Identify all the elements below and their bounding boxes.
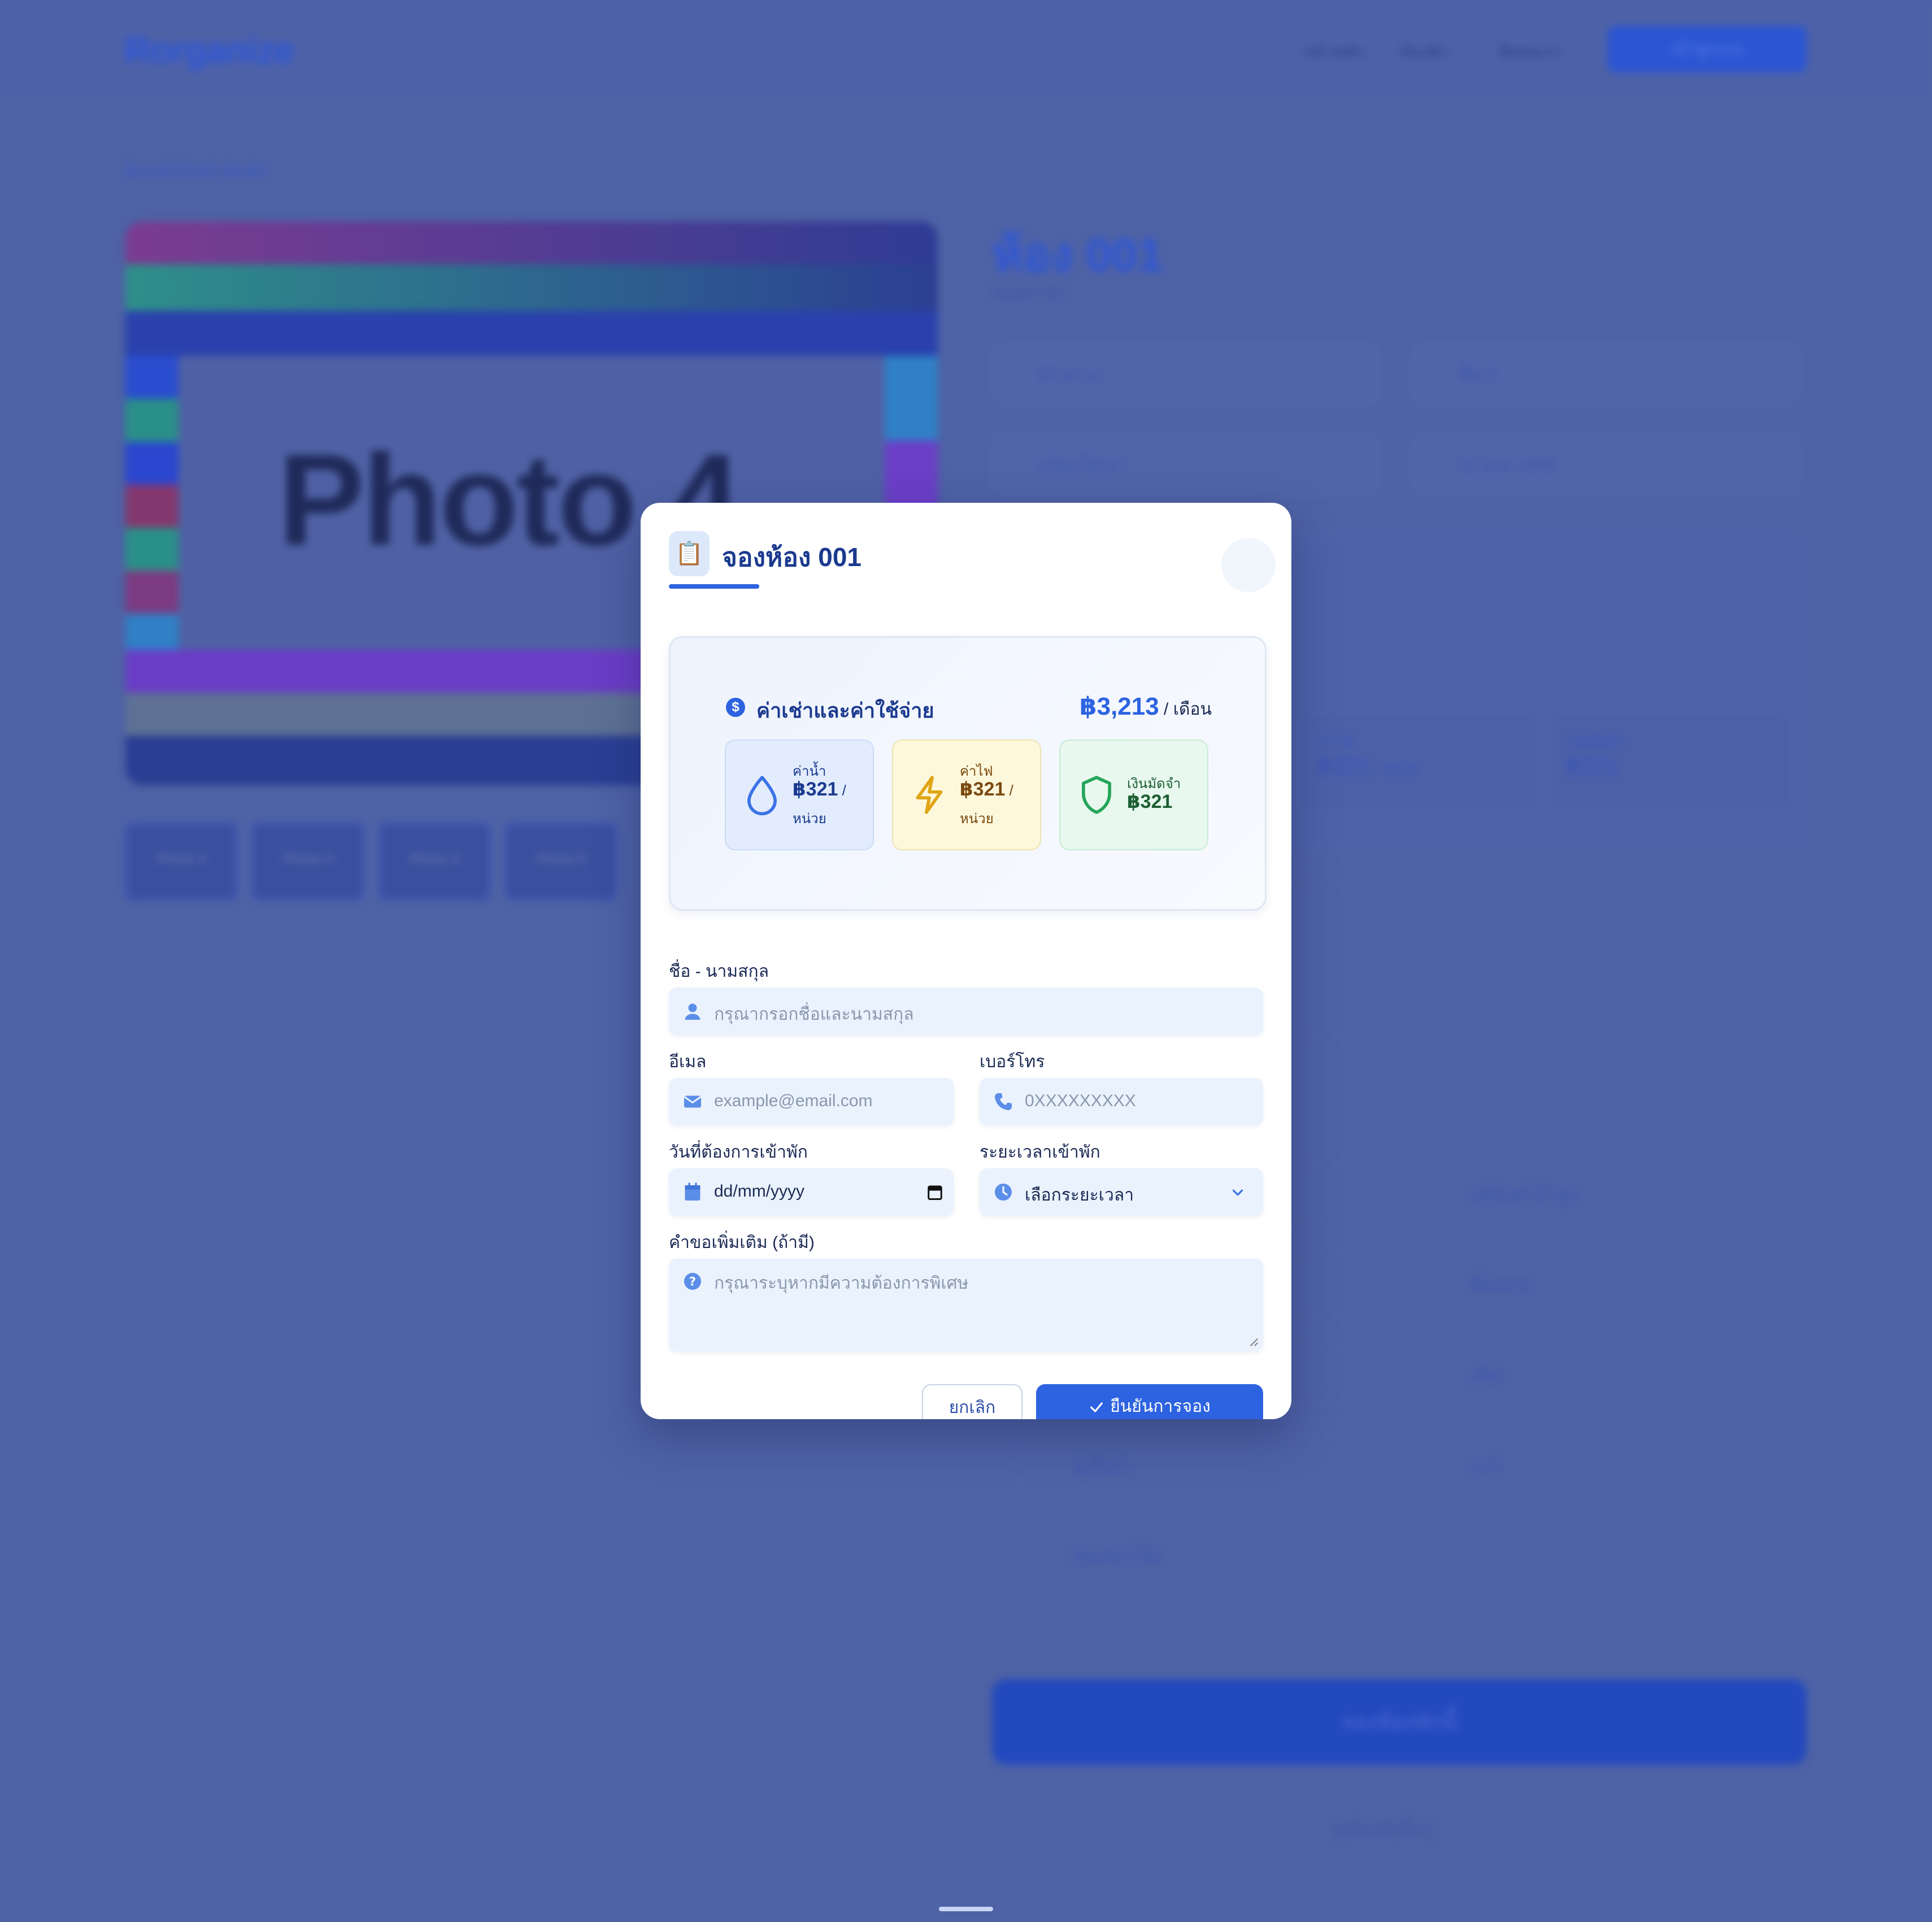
- confirm-booking-button[interactable]: ยืนยันการจอง: [1036, 1384, 1263, 1419]
- phone-field[interactable]: 0XXXXXXXXX: [980, 1078, 1263, 1125]
- modal-title: จองห้อง 001: [722, 542, 861, 572]
- electric-fee-card: ค่าไฟ ฿321 / หน่วย: [892, 740, 1041, 850]
- calendar-icon: [685, 1182, 700, 1201]
- amenity-item: ตู้เสื้อผ้า: [1017, 1435, 1390, 1496]
- water-fee-amount: ฿321: [793, 779, 838, 800]
- shield-icon: [1082, 776, 1111, 814]
- email-label: อีเมล: [669, 1053, 707, 1071]
- top-navbar: Rorganize หน้าหลัก ห้องพัก ติดต่อเรา เข้…: [0, 0, 1932, 101]
- deposit-card: เงินมัดจำ ฿321: [1059, 740, 1208, 850]
- note-textarea[interactable]: ? กรุณาระบุหากมีความต้องการพิเศษ: [669, 1259, 1263, 1351]
- email-field[interactable]: example@email.com: [669, 1078, 954, 1125]
- background-deposit-card: เงินมัดจำ ฿321: [1548, 712, 1791, 814]
- date-label: วันที่ต้องการเข้าพัก: [669, 1143, 808, 1162]
- background-deposit-value: ฿321: [1566, 754, 1618, 779]
- clock-icon: [995, 1184, 1012, 1201]
- logo[interactable]: Rorganize: [124, 29, 294, 71]
- room-subtitle: ห้องพัก 001: [993, 284, 1066, 301]
- background-electric-card: ค่าไฟ ฿321 / หน่วย: [1299, 712, 1542, 814]
- svg-text:?: ?: [689, 1275, 696, 1289]
- gallery-thumbnail[interactable]: Photo 4: [252, 823, 364, 901]
- amenity-item: อินเทอร์เน็ต: [1017, 1525, 1390, 1586]
- water-fee-value: ฿321 /: [793, 778, 846, 801]
- cancel-button[interactable]: ยกเลิก: [922, 1384, 1022, 1419]
- login-button[interactable]: เข้าสู่ระบบ: [1608, 26, 1807, 72]
- breadcrumb[interactable]: ย้อนกลับไปหน้าห้องพัก: [124, 159, 268, 182]
- resize-handle-icon[interactable]: [1248, 1337, 1259, 1347]
- chevron-down-icon: [1232, 1189, 1243, 1196]
- amenity-item: ที่จอดรถ: [1412, 1254, 1785, 1315]
- date-value: dd/mm/yyyy: [714, 1182, 805, 1201]
- confirm-booking-label: ยืนยันการจอง: [1110, 1397, 1211, 1416]
- scroll-handle[interactable]: [939, 1907, 993, 1911]
- user-icon: [685, 1003, 700, 1020]
- note-placeholder: กรุณาระบุหากมีความต้องการพิเศษ: [714, 1274, 969, 1293]
- phone-placeholder: 0XXXXXXXXX: [1025, 1092, 1136, 1110]
- date-picker-icon[interactable]: [926, 1183, 943, 1201]
- check-icon: [1090, 1402, 1103, 1412]
- lightning-icon: [916, 776, 943, 814]
- info-floor: ชั้น 3: [1412, 343, 1800, 405]
- note-label: คำขอเพิ่มเติม (ถ้ามี): [669, 1233, 815, 1252]
- name-field[interactable]: กรุณากรอกชื่อและนามสกุล: [669, 988, 1263, 1035]
- question-icon: ?: [684, 1273, 701, 1290]
- date-field[interactable]: dd/mm/yyyy: [669, 1168, 954, 1216]
- electric-fee-value: ฿321 /: [960, 778, 1013, 801]
- dollar-icon: $: [726, 698, 745, 717]
- nav-link-rooms[interactable]: ห้องพัก: [1400, 40, 1447, 64]
- background-deposit-label: เงินมัดจำ: [1566, 733, 1625, 750]
- nav-link-contact[interactable]: ติดต่อเรา: [1499, 40, 1563, 64]
- name-label: ชื่อ - นามสกุล: [669, 962, 769, 981]
- other-rooms-link[interactable]: ดูห้องพักอื่นๆ: [1333, 1815, 1432, 1843]
- monthly-price: ฿3,213 / เดือน: [1080, 692, 1212, 723]
- clipboard-icon: 📋: [669, 531, 710, 576]
- close-button[interactable]: [1221, 538, 1276, 592]
- electric-fee-unit: หน่วย: [960, 811, 994, 827]
- info-area: 30 ตร.ม.: [992, 343, 1380, 405]
- nav-link-home[interactable]: หน้าหลัก: [1304, 40, 1364, 64]
- cost-title: ค่าเช่าและค่าใช้จ่าย: [756, 699, 934, 722]
- gallery-thumbnail[interactable]: Photo 3: [125, 823, 237, 901]
- duration-label: ระยะเวลาเข้าพัก: [980, 1143, 1100, 1162]
- info-date: 01 ม.ค. 2025: [1412, 434, 1800, 495]
- amenity-item: เครื่องทำน้ำอุ่น: [1412, 1164, 1785, 1225]
- title-underline: [669, 584, 759, 589]
- amenity-item: แอร์: [1412, 1435, 1785, 1496]
- gallery-thumbnail[interactable]: Photo 4: [378, 823, 490, 901]
- deposit-value: ฿321: [1127, 791, 1173, 812]
- booking-modal: 📋 จองห้อง 001 $ ค่าเช่าและค่าใช้จ่าย ฿3,…: [641, 503, 1291, 1419]
- monthly-price-unit: / เดือน: [1159, 700, 1212, 719]
- mail-icon: [684, 1095, 702, 1108]
- background-electric-unit: / หน่วย: [1376, 762, 1417, 777]
- info-status: พร้อมให้เช่า: [992, 434, 1380, 495]
- water-fee-per: /: [838, 782, 846, 799]
- room-title: ห้อง 001: [992, 229, 1163, 281]
- water-drop-icon: [747, 776, 777, 815]
- water-fee-unit: หน่วย: [793, 811, 826, 827]
- cost-summary-card: $ ค่าเช่าและค่าใช้จ่าย ฿3,213 / เดือน ค่…: [669, 636, 1267, 911]
- email-placeholder: example@email.com: [714, 1092, 873, 1110]
- background-electric-value: ฿321: [1317, 754, 1370, 779]
- water-fee-card: ค่าน้ำ ฿321 / หน่วย: [725, 740, 874, 850]
- monthly-price-value: ฿3,213: [1079, 693, 1159, 720]
- duration-select[interactable]: เลือกระยะเวลา: [980, 1168, 1263, 1216]
- electric-fee-per: /: [1005, 782, 1013, 799]
- phone-icon: [995, 1093, 1012, 1110]
- name-placeholder: กรุณากรอกชื่อและนามสกุล: [714, 1005, 914, 1024]
- duration-value: เลือกระยะเวลา: [1025, 1186, 1134, 1204]
- electric-fee-amount: ฿321: [960, 779, 1006, 800]
- amenity-item: เตียง: [1412, 1345, 1785, 1406]
- gallery-thumbnail[interactable]: Photo 5: [505, 823, 617, 901]
- book-room-button[interactable]: จองห้องพักนี้: [992, 1679, 1807, 1765]
- background-electric-label: ค่าไฟ: [1317, 733, 1354, 750]
- phone-label: เบอร์โทร: [980, 1053, 1045, 1071]
